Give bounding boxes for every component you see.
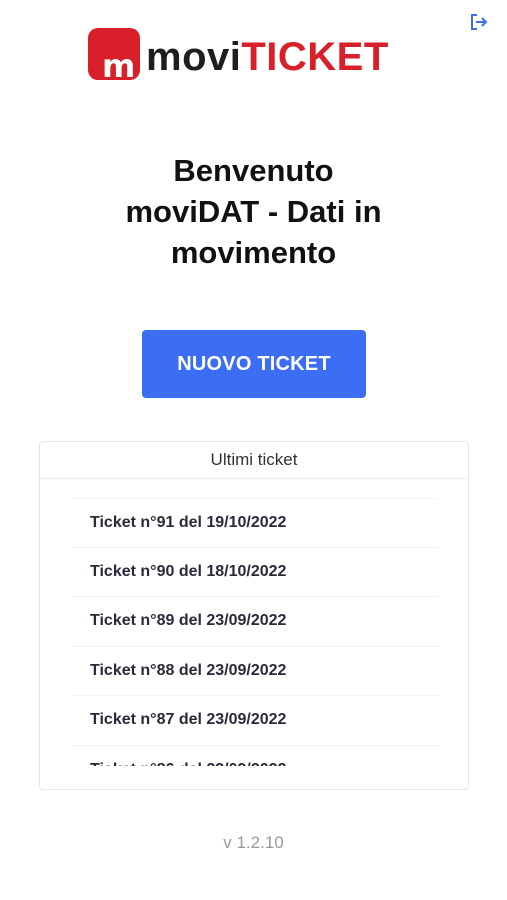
ticket-item[interactable]: Ticket n°89 del 23/09/2022 [72, 597, 438, 647]
welcome-line-1: Benvenuto [173, 160, 334, 188]
ticket-item[interactable]: Ticket n°91 del 19/10/2022 [72, 498, 438, 548]
recent-tickets-title: Ultimi ticket [40, 442, 468, 479]
welcome-line-3: movimento [170, 235, 337, 270]
ticket-item[interactable]: Ticket n°87 del 23/09/2022 [72, 696, 438, 746]
recent-tickets-card: Ultimi ticket Ticket n°91 del 19/10/2022… [39, 441, 469, 790]
brand-name: moviTICKET [146, 34, 389, 80]
welcome-heading: Benvenuto moviDAT - Dati in movimento [0, 160, 507, 280]
logout-icon-svg [471, 14, 488, 30]
new-ticket-button[interactable]: NUOVO TICKET [142, 330, 366, 398]
brand-name-suffix: TICKET [241, 35, 389, 79]
brand-name-prefix: movi [146, 35, 242, 79]
ticket-item[interactable]: Ticket n°88 del 23/09/2022 [72, 647, 438, 696]
logo-letter: m [102, 47, 136, 85]
ticket-item[interactable]: Ticket n°90 del 18/10/2022 [72, 548, 438, 597]
logout-icon[interactable] [469, 12, 489, 32]
brand-logo: m moviTICKET [88, 22, 389, 85]
ticket-item[interactable]: Ticket n°86 del 23/09/2022 [72, 746, 438, 766]
ticket-list[interactable]: Ticket n°91 del 19/10/2022 Ticket n°90 d… [72, 498, 438, 766]
welcome-line-2: moviDAT - Dati in [125, 194, 382, 229]
app-version: v 1.2.10 [223, 833, 284, 852]
logo-mark: m [88, 28, 140, 85]
